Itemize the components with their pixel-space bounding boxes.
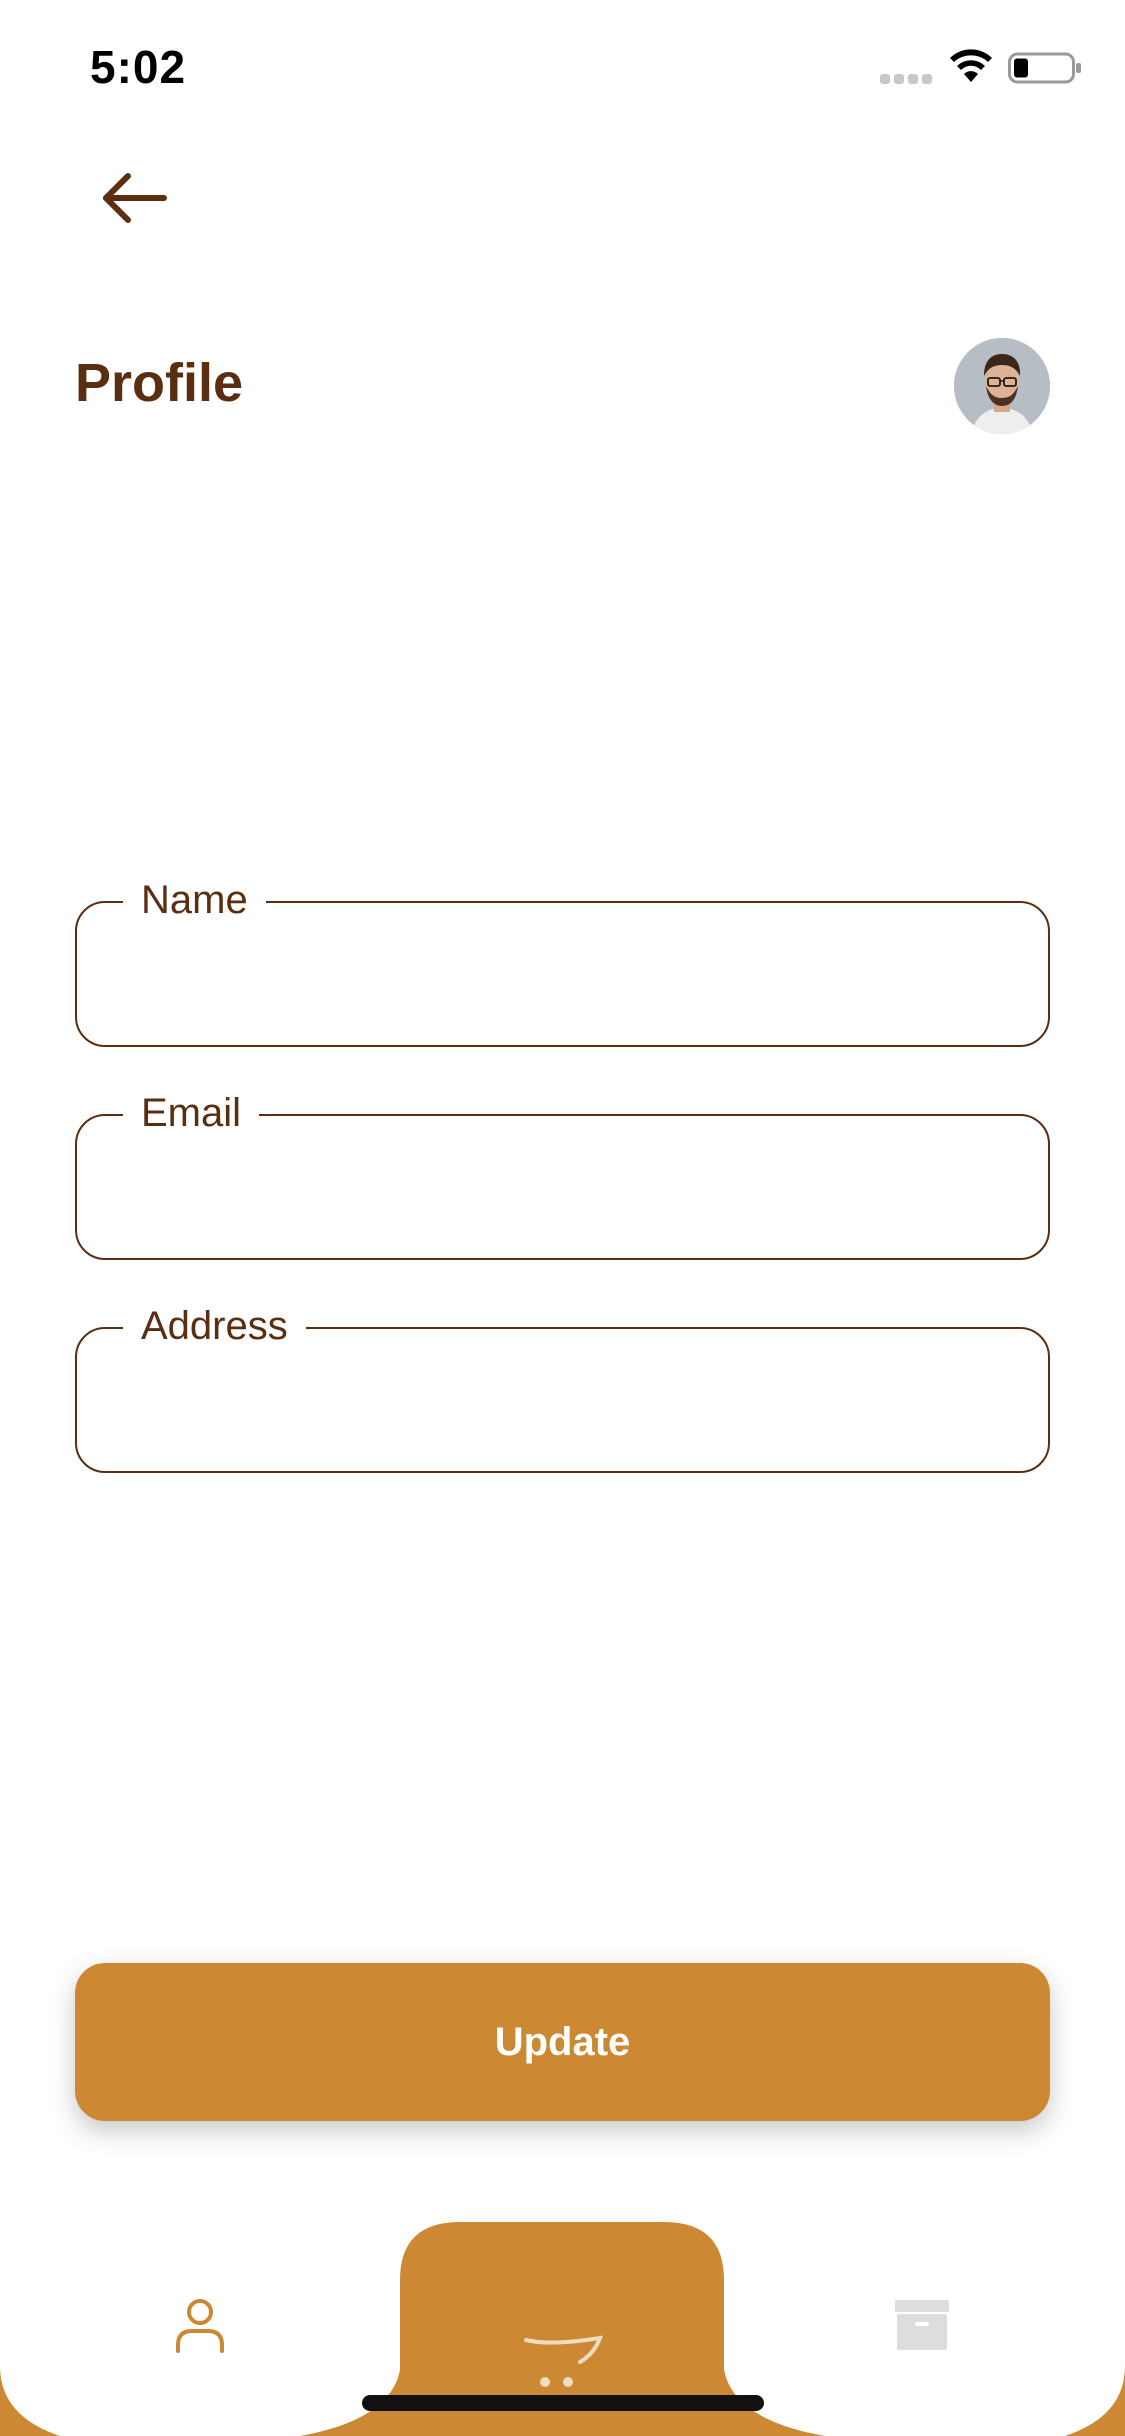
address-input[interactable] <box>105 1357 1019 1445</box>
back-button[interactable] <box>90 160 180 235</box>
update-button-label: Update <box>494 2019 631 2064</box>
battery-icon <box>1008 52 1081 84</box>
archive-box-icon <box>895 2300 949 2350</box>
user-avatar-photo <box>954 338 1050 434</box>
nav-profile-tab[interactable] <box>170 2295 230 2355</box>
address-field[interactable]: Address <box>75 1303 1050 1473</box>
email-input[interactable] <box>105 1144 1019 1232</box>
page-title: Profile <box>75 353 244 413</box>
status-time: 5:02 <box>90 41 187 93</box>
email-field-label: Email <box>123 1090 260 1136</box>
name-field-label: Name <box>123 877 266 923</box>
avatar[interactable] <box>954 338 1050 434</box>
nav-archive-tab[interactable] <box>893 2298 951 2352</box>
name-input[interactable] <box>105 931 1019 1019</box>
address-field-label: Address <box>123 1303 306 1349</box>
cellular-signal-icon <box>880 74 932 84</box>
email-field[interactable]: Email <box>75 1090 1050 1260</box>
name-field[interactable]: Name <box>75 877 1050 1047</box>
home-indicator <box>362 2395 764 2411</box>
wifi-icon <box>950 49 992 82</box>
profile-screen: 5:02 Profile Name Email Address Update <box>0 0 1125 2436</box>
arrow-left-icon <box>103 173 167 223</box>
update-button[interactable]: Update <box>75 1963 1050 2121</box>
user-icon <box>176 2299 224 2353</box>
